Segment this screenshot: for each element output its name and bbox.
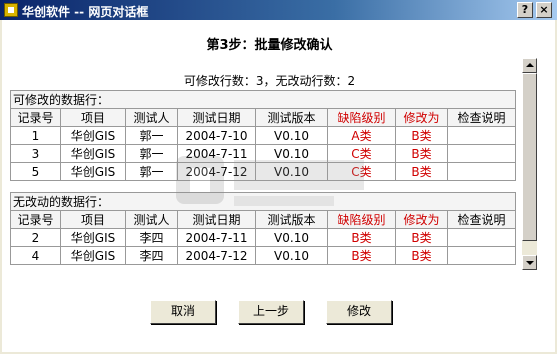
window-title: 华创软件 -- 网页对话框 (22, 5, 149, 19)
col-header: 测试人 (125, 108, 178, 127)
table-cell: 华创GIS (60, 228, 126, 247)
table-cell: V0.10 (255, 162, 328, 181)
table-cell: 2 (10, 228, 61, 247)
help-button[interactable]: ? (517, 2, 533, 18)
table-header-row: 记录号 项目 测试人 测试日期 测试版本 缺陷级别 修改为 检查说明 (10, 108, 517, 127)
table-cell: 2004-7-10 (177, 126, 256, 145)
table-cell: 华创GIS (60, 126, 126, 145)
table-cell: 郭一 (125, 144, 178, 163)
modifiable-rows-table: 可修改的数据行： 记录号 项目 测试人 测试日期 测试版本 缺陷级别 修改为 检… (9, 90, 517, 181)
table-row: 5 华创GIS 郭一 2004-7-12 V0.10 C类 B类 (10, 162, 517, 181)
col-header: 缺陷级别 (327, 108, 396, 127)
table-cell: V0.10 (255, 228, 328, 247)
table-row: 1 华创GIS 郭一 2004-7-10 V0.10 A类 B类 (10, 126, 517, 145)
table-cell: 华创GIS (60, 246, 126, 265)
table-row: 2 华创GIS 李四 2004-7-11 V0.10 B类 B类 (10, 228, 517, 247)
table-cell: 2004-7-11 (177, 144, 256, 163)
table-cell (446, 162, 517, 181)
table-cell (446, 144, 517, 163)
table-header-row: 记录号 项目 测试人 测试日期 测试版本 缺陷级别 修改为 检查说明 (10, 210, 517, 229)
cancel-button[interactable]: 取消 (150, 300, 216, 324)
table-cell (446, 246, 517, 265)
table-cell: V0.10 (255, 144, 328, 163)
table-cell: B类 (395, 162, 448, 181)
table-row: 4 华创GIS 李四 2004-7-12 V0.10 B类 B类 (10, 246, 517, 265)
modify-button[interactable]: 修改 (326, 300, 392, 324)
table-cell: 李四 (125, 228, 178, 247)
table-cell: 郭一 (125, 126, 178, 145)
table-cell: B类 (395, 228, 448, 247)
section-label-modifiable: 可修改的数据行： (9, 90, 517, 109)
arrow-up-icon (526, 63, 534, 67)
col-header: 测试版本 (255, 108, 328, 127)
table-cell: 3 (10, 144, 61, 163)
vertical-scrollbar[interactable] (522, 58, 537, 270)
table-cell: 华创GIS (60, 162, 126, 181)
dialog-content: 第3步：批量修改确认 可修改行数：3，无改动行数：2 可修改的数据行： 记录号 … (2, 20, 555, 352)
col-header: 测试人 (125, 210, 178, 229)
col-header: 检查说明 (446, 108, 517, 127)
table-cell: 李四 (125, 246, 178, 265)
table-cell: B类 (395, 126, 448, 145)
section-label-unchanged: 无改动的数据行： (9, 192, 517, 211)
table-cell: 2004-7-11 (177, 228, 256, 247)
table-cell: 华创GIS (60, 144, 126, 163)
col-header: 修改为 (395, 108, 448, 127)
table-cell: C类 (327, 162, 396, 181)
col-header: 测试日期 (177, 108, 256, 127)
table-cell: C类 (327, 144, 396, 163)
close-button[interactable]: × (536, 2, 552, 18)
col-header: 记录号 (10, 108, 61, 127)
table-row: 3 华创GIS 郭一 2004-7-11 V0.10 C类 B类 (10, 144, 517, 163)
section-header-unchanged: 无改动的数据行： (9, 192, 517, 211)
scroll-down-button[interactable] (522, 255, 537, 270)
col-header: 项目 (60, 210, 126, 229)
step-title: 第3步：批量修改确认 (206, 38, 333, 53)
table-cell: 4 (10, 246, 61, 265)
col-header: 记录号 (10, 210, 61, 229)
table-cell: B类 (327, 246, 396, 265)
arrow-down-icon (526, 261, 534, 265)
table-cell: 2004-7-12 (177, 162, 256, 181)
col-header: 缺陷级别 (327, 210, 396, 229)
col-header: 修改为 (395, 210, 448, 229)
table-cell: 郭一 (125, 162, 178, 181)
table-cell: 1 (10, 126, 61, 145)
table-cell (446, 126, 517, 145)
col-header: 项目 (60, 108, 126, 127)
col-header: 测试版本 (255, 210, 328, 229)
section-header-modifiable: 可修改的数据行： (9, 90, 517, 109)
scroll-up-button[interactable] (522, 58, 537, 73)
table-cell: V0.10 (255, 126, 328, 145)
table-cell: B类 (327, 228, 396, 247)
summary-text: 可修改行数：3，无改动行数：2 (183, 74, 356, 88)
table-cell: B类 (395, 144, 448, 163)
table-cell: V0.10 (255, 246, 328, 265)
title-bar: 华创软件 -- 网页对话框 ? × (0, 0, 557, 20)
table-cell: B类 (395, 246, 448, 265)
table-cell (446, 228, 517, 247)
prev-step-button[interactable]: 上一步 (238, 300, 304, 324)
unchanged-rows-table: 无改动的数据行： 记录号 项目 测试人 测试日期 测试版本 缺陷级别 修改为 检… (9, 192, 517, 265)
table-cell: A类 (327, 126, 396, 145)
table-cell: 5 (10, 162, 61, 181)
app-icon (4, 3, 18, 17)
scroll-thumb[interactable] (522, 73, 537, 241)
col-header: 检查说明 (446, 210, 517, 229)
col-header: 测试日期 (177, 210, 256, 229)
table-cell: 2004-7-12 (177, 246, 256, 265)
